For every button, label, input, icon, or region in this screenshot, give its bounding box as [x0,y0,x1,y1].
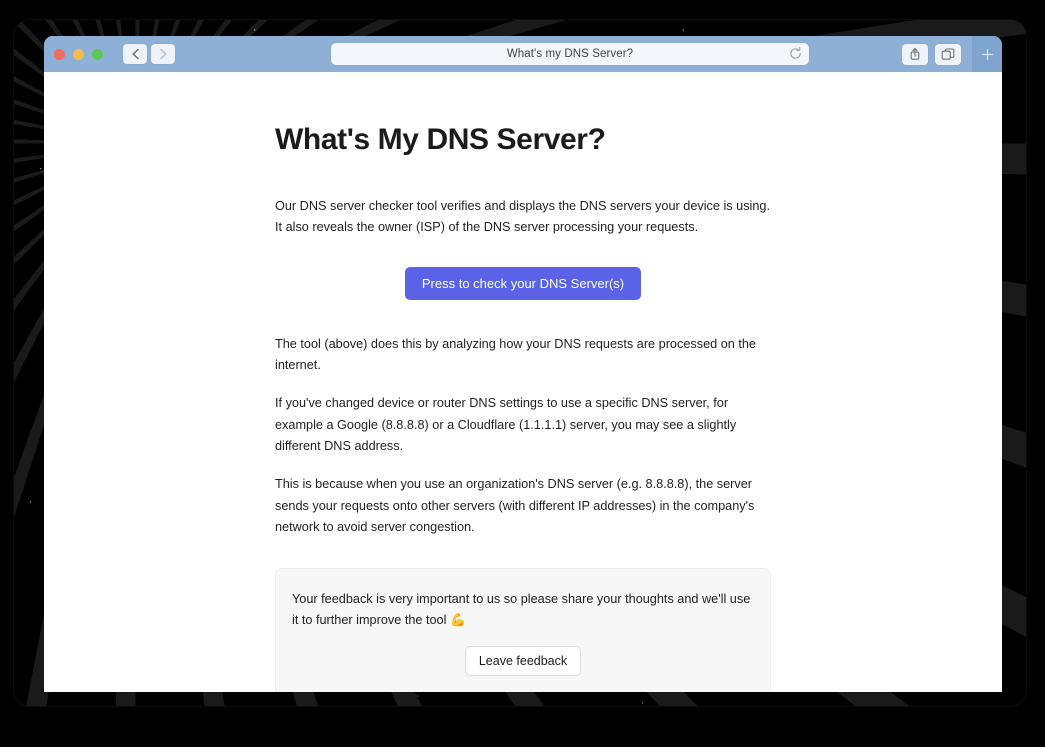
tab-overview-button[interactable] [935,43,961,65]
reload-icon [790,47,801,59]
browser-window: What's my DNS Server? What's My DNS Serv… [44,36,1002,692]
tabs-icon [941,47,955,60]
intro-paragraph: Our DNS server checker tool verifies and… [275,199,771,235]
reload-button[interactable] [789,47,802,65]
desktop-backdrop: What's my DNS Server? What's My DNS Serv… [0,0,1045,747]
feedback-message: Your feedback is very important to us so… [292,589,754,630]
leave-feedback-button[interactable]: Leave feedback [464,646,582,677]
forward-button[interactable] [151,44,175,64]
feedback-card: Your feedback is very important to us so… [275,568,771,692]
page-content: What's My DNS Server? Our DNS server che… [275,72,771,692]
browser-toolbar: What's my DNS Server? [44,36,1002,72]
body-paragraph-1: The tool (above) does this by analyzing … [275,336,756,372]
chevron-left-icon [131,48,139,60]
new-tab-button[interactable] [972,36,1002,72]
body-paragraph-3: This is because when you use an organiza… [275,477,755,534]
feedback-button-container: Leave feedback [292,646,754,677]
body-paragraph-2: If you've changed device or router DNS s… [275,396,737,453]
plus-icon [981,48,993,60]
cta-container: Press to check your DNS Server(s) [275,266,771,300]
page-viewport: What's My DNS Server? Our DNS server che… [44,72,1002,692]
page-title: What's My DNS Server? [275,123,606,156]
share-icon [910,47,920,60]
chevron-right-icon [159,48,167,60]
back-button[interactable] [123,44,147,64]
close-window-button[interactable] [54,48,65,60]
address-bar-text: What's my DNS Server? [506,48,634,60]
check-dns-button[interactable]: Press to check your DNS Server(s) [404,266,642,300]
toolbar-right-group [902,36,1002,72]
maximize-window-button[interactable] [92,48,103,60]
share-button[interactable] [902,43,928,65]
flexed-biceps-emoji-icon: 💪 [449,612,466,627]
minimize-window-button[interactable] [73,48,84,60]
traffic-lights [54,48,103,60]
navigation-buttons [123,44,175,64]
address-bar[interactable]: What's my DNS Server? [331,43,809,65]
feedback-message-text: Your feedback is very important to us so… [292,592,751,627]
